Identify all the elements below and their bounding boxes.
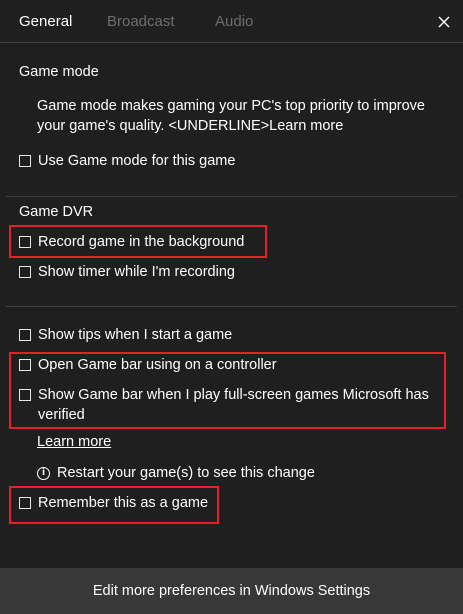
info-icon: i [37, 466, 50, 480]
game-mode-checkbox-label: Use Game mode for this game [38, 153, 236, 169]
tips-checkbox[interactable] [19, 329, 31, 341]
record-checkbox[interactable] [19, 236, 31, 248]
record-checkbox-row[interactable]: Record game in the background [19, 232, 244, 252]
windows-settings-button[interactable]: Edit more preferences in Windows Setting… [0, 568, 463, 614]
fullscreen-game-bar-checkbox[interactable] [19, 389, 31, 401]
game-mode-description: Game mode makes gaming your PC's top pri… [37, 98, 425, 134]
section-divider [6, 196, 457, 197]
fullscreen-game-bar-checkbox-row[interactable]: Show Game bar when I play full-screen ga… [19, 385, 443, 425]
timer-checkbox-label: Show timer while I'm recording [38, 264, 235, 280]
timer-checkbox-row[interactable]: Show timer while I'm recording [19, 262, 235, 282]
section-divider [6, 306, 457, 307]
timer-checkbox[interactable] [19, 266, 31, 278]
restart-info-row: i Restart your game(s) to see this chang… [37, 463, 315, 483]
game-mode-checkbox-row[interactable]: Use Game mode for this game [19, 151, 235, 171]
tab-general[interactable]: General [19, 12, 72, 32]
tab-audio[interactable]: Audio [215, 12, 253, 32]
tab-divider [0, 42, 463, 43]
tips-checkbox-row[interactable]: Show tips when I start a game [19, 325, 232, 345]
fullscreen-game-bar-label: Show Game bar when I play full-screen ga… [38, 387, 429, 423]
tips-checkbox-label: Show tips when I start a game [38, 327, 233, 343]
game-dvr-heading: Game DVR [19, 204, 94, 220]
remember-checkbox-label: Remember this as a game [38, 495, 209, 511]
open-game-bar-checkbox-row[interactable]: Open Game bar using on a controller [19, 355, 277, 375]
open-game-bar-checkbox[interactable] [19, 359, 31, 371]
game-mode-heading: Game mode [19, 64, 99, 80]
tab-broadcast[interactable]: Broadcast [107, 12, 175, 32]
learn-more-link[interactable]: Learn more [37, 432, 111, 452]
record-checkbox-label: Record game in the background [38, 234, 245, 250]
close-icon[interactable] [436, 14, 452, 30]
windows-settings-label: Edit more preferences in Windows Setting… [92, 583, 371, 599]
open-game-bar-label: Open Game bar using on a controller [38, 357, 277, 373]
game-mode-checkbox[interactable] [19, 155, 31, 167]
remember-checkbox-row[interactable]: Remember this as a game [19, 493, 208, 513]
restart-info-text: Restart your game(s) to see this change [57, 465, 315, 481]
remember-checkbox[interactable] [19, 497, 31, 509]
